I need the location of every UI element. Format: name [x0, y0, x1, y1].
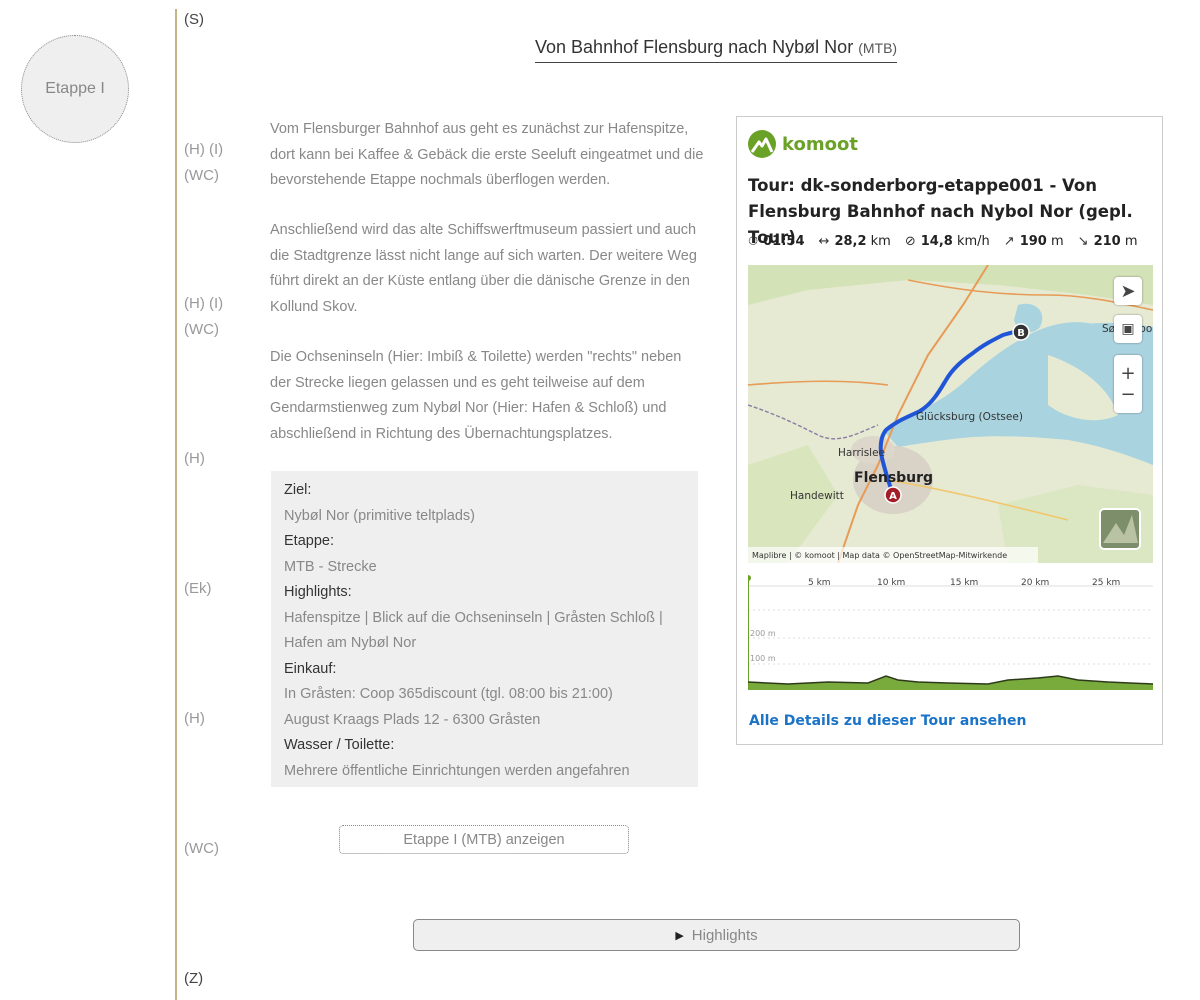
km-label-15: 15 km [950, 578, 978, 588]
map-attribution: Maplibre | © komoot | Map data © OpenStr… [752, 551, 1007, 560]
speed-icon: ⊘ [904, 234, 916, 249]
ziel-value: Nybøl Nor (primitive teltplads) [284, 507, 475, 524]
komoot-logo[interactable]: komoot [748, 130, 858, 158]
show-etappe-button[interactable]: Etappe I (MTB) anzeigen [339, 825, 629, 854]
km-label-10: 10 km [877, 578, 905, 588]
tour-map[interactable]: A B Glücksburg (Ostsee) Harrislee Flensb… [748, 265, 1153, 563]
stopwatch-icon: ⏱ [748, 234, 759, 249]
paragraph-1: Vom Flensburger Bahnhof aus geht es zunä… [270, 121, 704, 188]
title-main: Von Bahnhof Flensburg nach Nybøl Nor [535, 37, 854, 57]
elevation-profile[interactable]: 5 km 10 km 15 km 20 km 25 km 200 m 100 m [748, 572, 1153, 690]
label-harrislee: Harrislee [838, 447, 885, 459]
komoot-widget: komoot Tour: dk-sonderborg-etappe001 - V… [736, 116, 1163, 745]
zoom-in-button[interactable]: + [1120, 363, 1135, 384]
einkauf-value-1: In Gråsten: Coop 365discount (tgl. 08:00… [284, 686, 613, 702]
etappe-value: MTB - Strecke [284, 558, 377, 575]
km-label-5: 5 km [808, 578, 831, 588]
marker-5: (H) [184, 710, 205, 727]
km-label-20: 20 km [1021, 578, 1049, 588]
marker-1a: (H) (I) [184, 141, 224, 158]
highlights-button-label: Highlights [691, 926, 758, 944]
komoot-mountain-icon [748, 130, 776, 158]
wasser-value: Mehrere öffentliche Einrichtungen werden… [284, 762, 630, 779]
marker-end: (Z) [184, 970, 204, 987]
wasser-label: Wasser / Toilette: [284, 737, 395, 753]
alt-label-200: 200 m [750, 629, 776, 638]
marker-2a: (H) (I) [184, 295, 224, 312]
stage-label: Etappe I [45, 80, 105, 97]
stage-info-box: Ziel: Nybøl Nor (primitive teltplads) Et… [271, 471, 698, 787]
etappe-label: Etappe: [284, 533, 334, 549]
paragraph-2: Anschließend wird das alte Schiffswerftm… [270, 222, 697, 315]
tour-stats: ⏱ 01:54 ↔ 28,2 km ⊘ 14,8 km/h ↗ 190 m ↘ 210 m [748, 234, 1138, 249]
title-tag: (MTB) [858, 40, 898, 56]
speed-stat: ⊘ 14,8 km/h [904, 234, 990, 249]
descent-icon: ↘ [1077, 234, 1089, 249]
play-icon: ▶ [675, 929, 684, 942]
tour-details-link[interactable]: Alle Details zu dieser Tour ansehen [749, 713, 1027, 729]
descent-stat: ↘ 210 m [1077, 234, 1138, 249]
highlights-toggle-button[interactable]: ▶ Highlights [413, 919, 1020, 951]
map-canvas[interactable]: A B Glücksburg (Ostsee) Harrislee Flensb… [748, 265, 1153, 563]
duration-stat: ⏱ 01:54 [748, 234, 805, 249]
locate-icon[interactable]: ➤ [1114, 277, 1142, 305]
ascent-stat: ↗ 190 m [1003, 234, 1064, 249]
label-gluecksburg: Glücksburg (Ostsee) [916, 411, 1023, 423]
label-handewitt: Handewitt [790, 490, 844, 502]
marker-2b: (WC) [184, 321, 219, 338]
stage-badge: Etappe I [21, 35, 129, 143]
distance-stat: ↔ 28,2 km [818, 234, 891, 249]
marker-4: (Ek) [184, 580, 212, 597]
marker-6: (WC) [184, 840, 219, 857]
marker-1b: (WC) [184, 167, 219, 184]
label-flensburg: Flensburg [854, 470, 933, 486]
zoom-out-button[interactable]: − [1120, 384, 1135, 405]
komoot-brand: komoot [782, 133, 858, 155]
fullscreen-icon[interactable]: ▣ [1114, 315, 1142, 343]
einkauf-label: Einkauf: [284, 660, 337, 677]
marker-3: (H) [184, 450, 205, 467]
paragraph-3: Die Ochseninseln (Hier: Imbiß & Toilette… [270, 349, 682, 442]
zoom-controls: + − [1114, 355, 1142, 413]
page-title: Von Bahnhof Flensburg nach Nybøl Nor (MT… [535, 37, 898, 63]
highlights-label: Highlights: [284, 584, 352, 600]
alt-label-100: 100 m [750, 654, 776, 663]
end-marker-label: B [1017, 328, 1025, 339]
marker-start: (S) [184, 11, 204, 28]
start-marker-label: A [889, 491, 897, 502]
einkauf-value-2: August Kraags Plads 12 - 6300 Gråsten [284, 711, 541, 728]
distance-icon: ↔ [818, 234, 830, 249]
timeline-line [175, 9, 177, 1000]
ziel-label: Ziel: [284, 482, 312, 498]
km-label-25: 25 km [1092, 578, 1120, 588]
ascent-icon: ↗ [1003, 234, 1015, 249]
highlights-value: Hafenspitze | Blick auf die Ochseninseln… [284, 609, 663, 652]
